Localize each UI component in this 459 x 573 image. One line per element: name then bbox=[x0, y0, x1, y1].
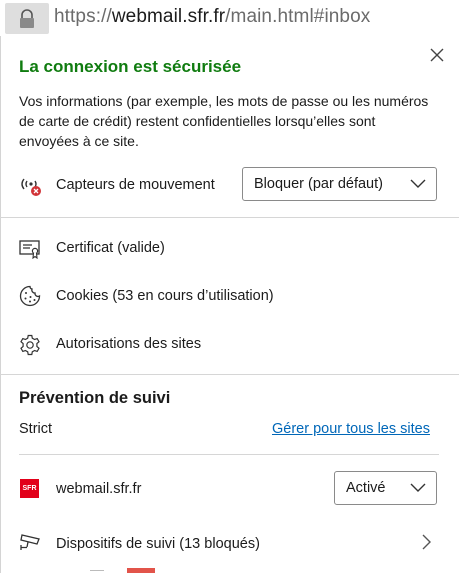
connection-description: Vos informations (par exemple, les mots … bbox=[19, 93, 429, 149]
lock-icon bbox=[20, 9, 34, 28]
url-path: /main.html#inbox bbox=[225, 6, 371, 27]
divider bbox=[0, 374, 459, 375]
cookie-icon bbox=[19, 285, 41, 307]
close-button[interactable] bbox=[427, 45, 447, 65]
chevron-right-icon bbox=[422, 534, 431, 550]
motion-sensor-blocked-icon bbox=[21, 178, 41, 196]
motion-sensors-select-value: Bloquer (par défaut) bbox=[254, 176, 383, 192]
manage-all-sites-link[interactable]: Gérer pour tous les sites bbox=[272, 421, 430, 437]
site-tracking-toggle-select[interactable]: Activé bbox=[334, 471, 437, 505]
site-name: webmail.sfr.fr bbox=[56, 481, 142, 497]
divider bbox=[0, 217, 459, 218]
connection-status-title: La connexion est sécurisée bbox=[19, 57, 242, 76]
certificate-item[interactable]: Certificat (valide) bbox=[56, 240, 165, 256]
certificate-icon bbox=[19, 240, 40, 259]
site-tracking-toggle-value: Activé bbox=[346, 480, 386, 496]
motion-sensors-select[interactable]: Bloquer (par défaut) bbox=[242, 167, 437, 201]
underlying-page-fragment bbox=[90, 570, 104, 571]
close-icon bbox=[430, 48, 444, 62]
site-logo-text: SFR bbox=[22, 485, 37, 492]
address-bar[interactable]: https://webmail.sfr.fr/main.html#inbox bbox=[0, 0, 459, 36]
trackers-label: Dispositifs de suivi (13 bloqués) bbox=[56, 536, 260, 552]
url-text[interactable]: https://webmail.sfr.fr/main.html#inbox bbox=[54, 5, 370, 29]
gear-icon bbox=[20, 334, 40, 356]
tracking-level: Strict bbox=[19, 421, 53, 437]
site-permissions-item[interactable]: Autorisations des sites bbox=[56, 336, 201, 352]
divider bbox=[19, 454, 439, 455]
site-logo: SFR bbox=[20, 479, 39, 498]
motion-sensors-label: Capteurs de mouvement bbox=[56, 177, 215, 193]
page-edge bbox=[0, 568, 459, 573]
url-domain: webmail.sfr.fr bbox=[111, 6, 226, 27]
url-scheme: https:// bbox=[54, 6, 112, 27]
cookies-item[interactable]: Cookies (53 en cours d’utilisation) bbox=[56, 288, 274, 304]
chevron-down-icon bbox=[410, 483, 426, 492]
chevron-down-icon bbox=[410, 179, 426, 188]
tracker-camera-icon bbox=[20, 534, 40, 550]
site-info-button[interactable] bbox=[5, 3, 49, 34]
tracking-prevention-title: Prévention de suivi bbox=[19, 389, 171, 407]
underlying-page-fragment bbox=[127, 568, 155, 573]
